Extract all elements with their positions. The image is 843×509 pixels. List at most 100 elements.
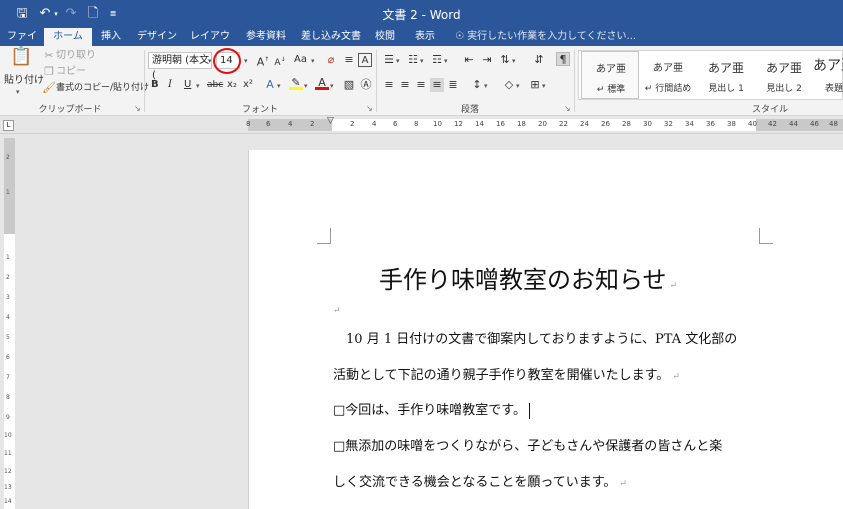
paste-dropdown-icon[interactable]: ▾ <box>16 88 20 96</box>
font-size-dropdown-icon[interactable]: ▾ <box>244 57 248 65</box>
highlight-circle-annotation <box>213 48 241 74</box>
superscript-button[interactable]: x² <box>243 78 253 92</box>
borders-dropdown-icon[interactable]: ▾ <box>542 82 546 90</box>
change-case-button[interactable]: Aa <box>294 53 307 67</box>
document-title: 手作り味噌教室のお知らせ ↵ <box>379 266 678 294</box>
clear-formatting-icon[interactable]: ⌀ <box>324 53 338 67</box>
copy-button[interactable]: コピー <box>56 65 86 79</box>
font-name-dropdown-icon[interactable]: ▾ <box>208 57 212 65</box>
ruler-tick: 2 <box>310 120 315 128</box>
scissors-icon: ✂ <box>44 49 54 62</box>
style-sample: あア亜 <box>596 64 626 75</box>
style-name: 見出し 1 <box>708 84 744 94</box>
distributed-icon[interactable]: ≣ <box>446 78 460 92</box>
shading-icon[interactable]: ◇ <box>502 78 516 92</box>
crop-mark <box>317 228 331 244</box>
style-normal[interactable]: あア亜 ↵ 標準 <box>581 51 639 99</box>
line-spacing-dropdown-icon[interactable]: ▾ <box>484 82 488 90</box>
multilevel-dropdown-icon[interactable]: ▾ <box>444 57 448 65</box>
grow-font-icon[interactable]: A↑ <box>256 53 270 69</box>
document-page[interactable]: 手作り味噌教室のお知らせ ↵ ↵ 10 月 1 日付けの文書で御案内しておりますよ… <box>248 150 843 509</box>
underline-dropdown-icon[interactable]: ▾ <box>196 82 200 90</box>
tab-insert[interactable]: 挿入 <box>96 28 126 46</box>
ruler-tick: 44 <box>789 120 798 128</box>
tab-review[interactable]: 校閲 <box>370 28 400 46</box>
paragraph-group-label: 段落 <box>460 105 479 115</box>
shrink-font-icon[interactable]: A↓ <box>273 53 287 68</box>
ruler-tick: 4 <box>372 120 377 128</box>
tab-home[interactable]: ホーム <box>44 28 92 46</box>
tab-file[interactable]: ファイル <box>4 28 40 59</box>
strikethrough-button[interactable]: abc <box>207 78 223 92</box>
sort-icon[interactable]: ⇵ <box>532 53 546 67</box>
font-name-combo[interactable]: 游明朝 (本文( <box>148 52 212 81</box>
subscript-button[interactable]: x₂ <box>227 78 237 92</box>
font-color-dropdown-icon[interactable]: ▾ <box>330 82 334 90</box>
show-formatting-marks-icon[interactable]: ¶ <box>556 52 570 66</box>
decrease-indent-icon[interactable]: ⇤ <box>462 53 476 67</box>
vertical-ruler[interactable]: 2 1 1 2 3 4 5 6 7 8 9 10 11 12 13 14 <box>0 134 18 509</box>
paragraph-mark-icon: ↵ <box>644 84 653 94</box>
ruler-tick: 34 <box>685 120 694 128</box>
highlight-dropdown-icon[interactable]: ▾ <box>304 82 308 90</box>
text-effects-dropdown-icon[interactable]: ▾ <box>277 82 281 90</box>
tab-references[interactable]: 参考資料 <box>242 28 290 46</box>
ruler-tick: 2 <box>6 274 10 281</box>
align-right-icon[interactable]: ≡ <box>414 78 428 92</box>
ruler-tick: 6 <box>6 354 10 361</box>
tell-me-box[interactable]: ☉ 実行したい作業を入力してください... <box>455 28 636 46</box>
font-color-icon[interactable]: A <box>315 76 329 90</box>
style-name: ↵ 行間詰め <box>644 84 692 94</box>
font-launcher-icon[interactable]: ↘ <box>366 104 373 113</box>
ruler-top-margin <box>4 138 15 234</box>
align-center-icon[interactable]: ≡ <box>398 78 412 92</box>
clipboard-launcher-icon[interactable]: ↘ <box>134 104 141 113</box>
paragraph-launcher-icon[interactable]: ↘ <box>564 104 571 113</box>
shading-dropdown-icon[interactable]: ▾ <box>516 82 520 90</box>
numbering-icon[interactable]: ☷ <box>406 53 420 67</box>
italic-button[interactable]: I <box>168 78 172 92</box>
ribbon-home: 📋 貼り付け ▾ ✂ 切り取り ❐ コピー 🖌 書式のコピー/貼り付け クリップ… <box>0 46 843 116</box>
highlight-color-icon[interactable]: ✎ <box>289 76 303 90</box>
tab-view[interactable]: 表示 <box>410 28 440 46</box>
multilevel-list-icon[interactable]: ☶ <box>430 53 444 67</box>
style-no-spacing[interactable]: あア亜 ↵ 行間詰め <box>639 51 697 99</box>
paste-button[interactable]: 貼り付け <box>4 74 44 88</box>
bullets-dropdown-icon[interactable]: ▾ <box>396 57 400 65</box>
ruler-tick: 1 <box>6 254 10 261</box>
change-case-dropdown-icon[interactable]: ▾ <box>311 57 315 65</box>
bullets-icon[interactable]: ☰ <box>382 53 396 67</box>
ruler-tick: 3 <box>6 294 10 301</box>
increase-indent-icon[interactable]: ⇥ <box>480 53 494 67</box>
enclose-characters-icon[interactable]: A <box>358 53 372 67</box>
numbering-dropdown-icon[interactable]: ▾ <box>420 57 424 65</box>
ruler-tick: 48 <box>829 120 838 128</box>
enclosed-character-icon[interactable]: Ⓐ <box>359 78 373 92</box>
text-direction-dropdown-icon[interactable]: ▾ <box>512 57 516 65</box>
line-spacing-icon[interactable]: ↕ <box>470 78 484 92</box>
phonetic-guide-icon[interactable]: ≡ <box>342 53 356 67</box>
tab-design[interactable]: デザイン <box>136 28 178 46</box>
tab-mailings[interactable]: 差し込み文書 <box>298 28 364 46</box>
paste-icon[interactable]: 📋 <box>10 48 32 72</box>
text-direction-icon[interactable]: ⇅ <box>498 53 512 67</box>
ruler-tick: 8 <box>414 120 419 128</box>
tab-layout[interactable]: レイアウト <box>186 28 234 59</box>
align-left-icon[interactable]: ≡ <box>382 78 396 92</box>
style-heading-1[interactable]: あア亜 見出し 1 <box>697 51 755 99</box>
bold-button[interactable]: B <box>151 78 159 92</box>
character-shading-icon[interactable]: ▧ <box>342 78 356 92</box>
paragraph-mark-icon: ↵ <box>596 85 605 95</box>
text-effects-icon[interactable]: A <box>263 78 277 92</box>
underline-button[interactable]: U <box>184 78 191 92</box>
borders-icon[interactable]: ⊞ <box>528 78 542 92</box>
justify-icon[interactable]: ≡ <box>430 78 444 92</box>
cut-button[interactable]: 切り取り <box>56 49 96 63</box>
first-line-indent-marker[interactable]: ▽ <box>327 116 334 126</box>
ruler-tick: 12 <box>454 120 463 128</box>
horizontal-ruler[interactable]: L 8 6 4 2 ▽ 2 4 6 8 10 12 14 16 18 20 22… <box>0 116 843 134</box>
format-painter-button[interactable]: 書式のコピー/貼り付け <box>56 81 149 95</box>
ruler-tick: 22 <box>559 120 568 128</box>
tab-selector-icon[interactable]: L <box>3 120 14 131</box>
style-title[interactable]: あア亜 表題 <box>805 51 843 99</box>
